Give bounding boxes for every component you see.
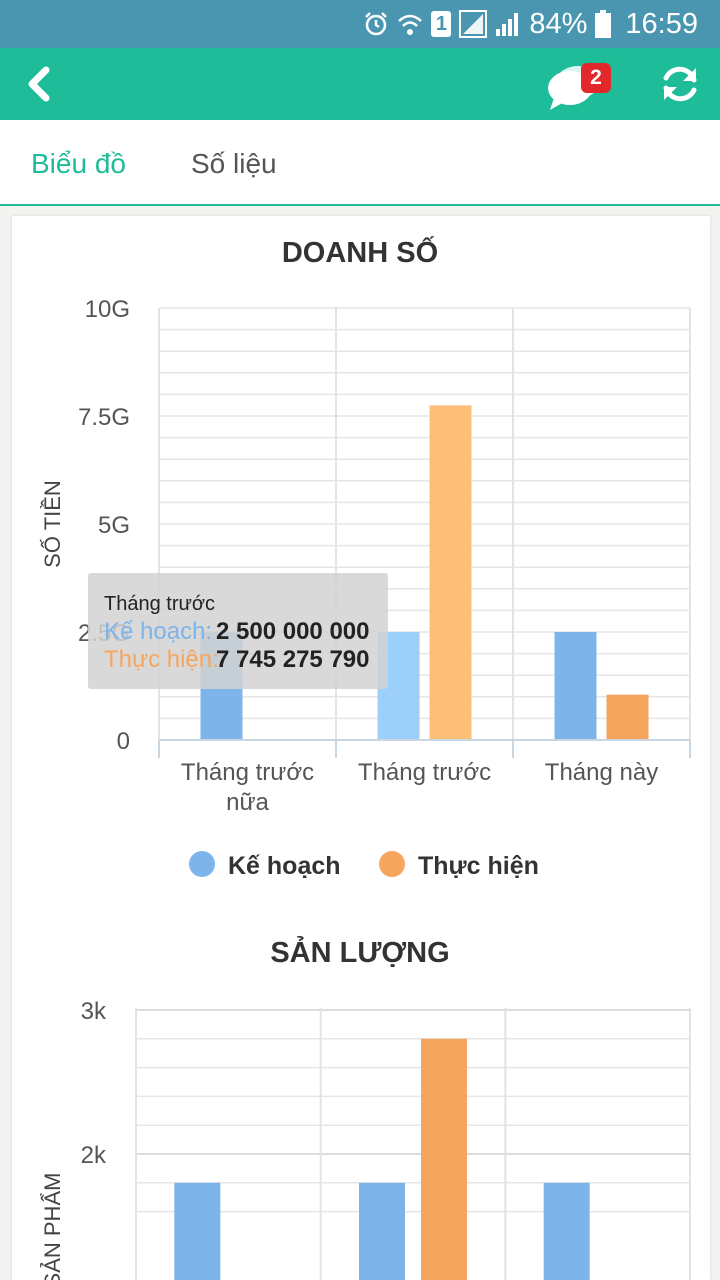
chat-badge: 2: [581, 63, 611, 93]
tooltip-label-plan: Kế hoạch:: [104, 618, 213, 645]
tooltip-value-plan: 2 500 000 000: [216, 618, 370, 645]
tooltip-title: Tháng trước: [104, 593, 215, 615]
tab-chart[interactable]: Biểu đồ: [31, 148, 126, 180]
app-bar: [0, 48, 720, 120]
tooltip-value-actual: 7 745 275 790: [216, 646, 370, 673]
signal-icon: [459, 10, 488, 38]
status-time: 16:59: [625, 7, 698, 40]
signal-icon: [496, 13, 519, 36]
chart-tooltip: Tháng trước Kế hoạch: 2 500 000 000 Thực …: [88, 573, 388, 689]
battery-percent: 84%: [529, 7, 588, 40]
alarm-icon: [365, 12, 388, 36]
wifi-icon: [398, 14, 423, 35]
tooltip-label-actual: Thực hiện:: [104, 646, 219, 673]
chart-card: [12, 216, 710, 1280]
sim-icon: 1: [431, 11, 452, 37]
tooltip-row-plan: Kế hoạch: 2 500 000 000: [104, 618, 369, 646]
refresh-button[interactable]: [658, 62, 702, 106]
status-bar: 1 84% 16:59: [0, 0, 720, 48]
tab-data[interactable]: Số liệu: [191, 148, 277, 180]
battery-icon: [595, 10, 612, 38]
chevron-left-icon: [28, 66, 50, 102]
refresh-icon: [663, 66, 697, 102]
status-icons: 1 84% 16:59: [363, 0, 698, 48]
sim-number: 1: [435, 13, 447, 35]
tooltip-row-actual: Thực hiện:7 745 275 790: [104, 646, 369, 674]
tab-bar: Biểu đồ Số liệu: [0, 120, 720, 206]
back-button[interactable]: [22, 66, 58, 102]
